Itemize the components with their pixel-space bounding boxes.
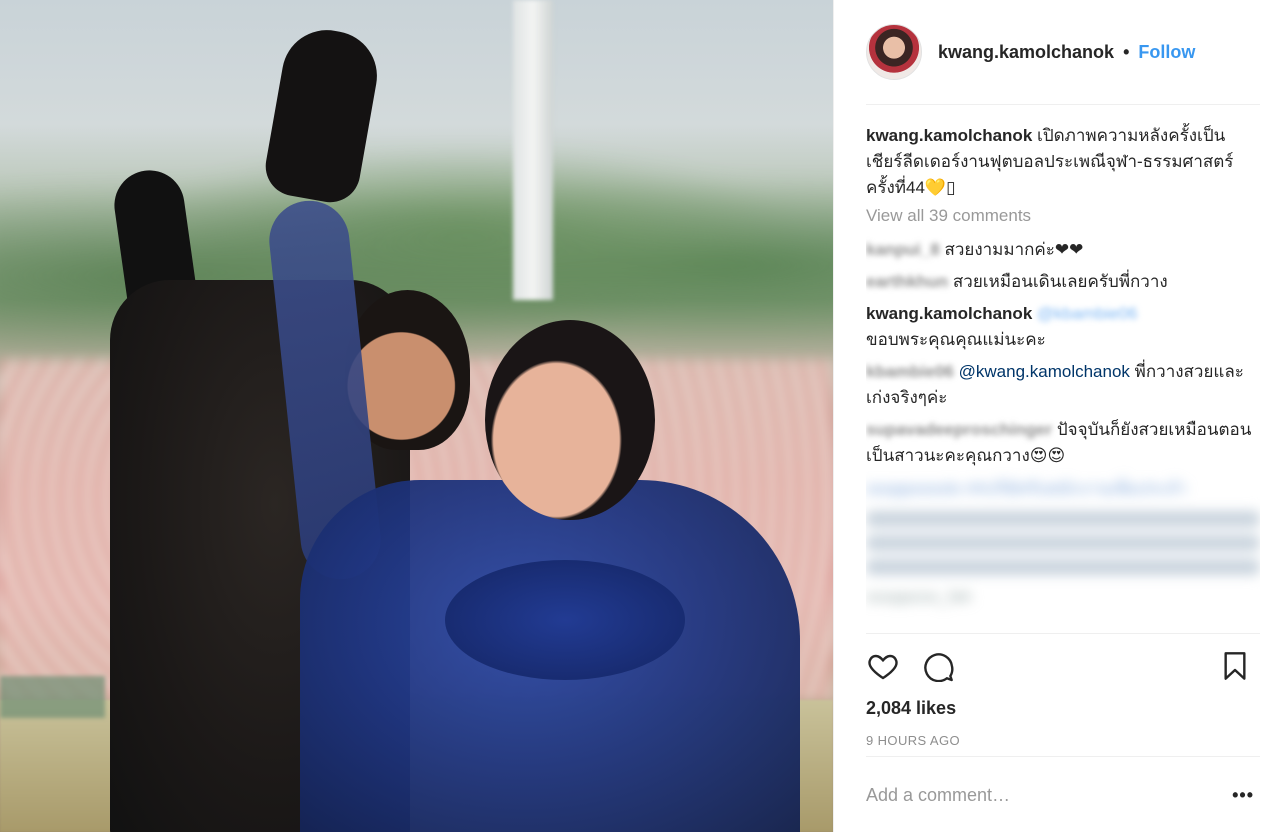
follow-button[interactable]: Follow xyxy=(1138,42,1195,62)
comment-mention[interactable]: @kwang.kamolchanok xyxy=(959,362,1130,381)
save-button[interactable] xyxy=(1218,649,1252,683)
comment: kbambie06 @kwang.kamolchanok พี่กวางสวยแ… xyxy=(866,359,1260,411)
like-button[interactable] xyxy=(866,649,900,683)
blurred-comment-line: ssoppoosolo ##บริษัทรับพนักงานเพิ่มประจำ xyxy=(866,479,1187,498)
action-icons xyxy=(866,634,1260,698)
photo-woman-head xyxy=(485,320,655,520)
comment: earthkhun สวยเหมือนเดินเลยครับพี่กวาง xyxy=(866,269,1260,295)
header-separator: • xyxy=(1123,41,1130,62)
comment-text: สวยเหมือนเดินเลยครับพี่กวาง xyxy=(952,272,1168,291)
comment: kanpui_8 สวยงามมากค่ะ❤❤ xyxy=(866,237,1260,263)
comment-text: ขอบพระคุณคุณแม่นะคะ xyxy=(866,330,1046,349)
comment-username[interactable]: kanpui_8 xyxy=(866,240,940,259)
blurred-comment-bar xyxy=(866,559,1260,575)
photo-light-pole xyxy=(513,0,553,300)
comment: kwang.kamolchanok @kbambie06 ขอบพระคุณคุ… xyxy=(866,301,1260,353)
photo-sign xyxy=(0,676,105,718)
caption: kwang.kamolchanok เปิดภาพความหลังครั้งเป… xyxy=(866,123,1260,201)
comment-username[interactable]: earthkhun xyxy=(866,272,948,291)
caption-username[interactable]: kwang.kamolchanok xyxy=(866,126,1032,145)
avatar[interactable] xyxy=(866,24,922,80)
comment-text: สวยงามมากค่ะ❤❤ xyxy=(944,240,1084,259)
blurred-comment-bar xyxy=(866,535,1260,551)
blurred-comment-bar xyxy=(866,511,1260,527)
post-timestamp: 9 HOURS AGO xyxy=(866,733,960,748)
comment-username[interactable]: kbambie06 xyxy=(866,362,954,381)
header-text: kwang.kamolchanok • Follow xyxy=(938,42,1195,63)
add-comment-row: Add a comment… ••• xyxy=(866,756,1260,833)
comment: supavadeeproschinger ปัจจุบันก็ยังสวยเหม… xyxy=(866,417,1260,469)
post-header: kwang.kamolchanok • Follow xyxy=(866,0,1260,105)
post-actions: 2,084 likes 9 HOURS AGO xyxy=(866,633,1260,748)
post-side-panel: kwang.kamolchanok • Follow kwang.kamolch… xyxy=(833,0,1280,832)
add-comment-input[interactable]: Add a comment… xyxy=(866,785,1232,806)
comment-username[interactable]: kwang.kamolchanok xyxy=(866,304,1032,323)
photo-woman-bow xyxy=(445,560,685,680)
comment-icon xyxy=(924,653,954,682)
view-all-comments-link[interactable]: View all 39 comments xyxy=(866,203,1260,229)
comment-mention[interactable]: @kbambie06 xyxy=(1037,304,1137,323)
bookmark-icon xyxy=(1224,652,1246,680)
likes-count[interactable]: 2,084 likes xyxy=(866,698,1260,719)
comments-list[interactable]: kwang.kamolchanok เปิดภาพความหลังครั้งเป… xyxy=(866,105,1260,651)
blurred-comments: ssoppoosolo ##บริษัทรับพนักงานเพิ่มประจำ… xyxy=(866,475,1260,611)
more-icon[interactable]: ••• xyxy=(1232,785,1254,806)
header-username[interactable]: kwang.kamolchanok xyxy=(938,42,1114,62)
comment-button[interactable] xyxy=(922,649,956,683)
blurred-comment-user: ssoppoos_fah xyxy=(866,587,972,606)
heart-icon xyxy=(868,654,898,680)
post-photo[interactable] xyxy=(0,0,833,832)
comment-username[interactable]: supavadeeproschinger xyxy=(866,420,1052,439)
